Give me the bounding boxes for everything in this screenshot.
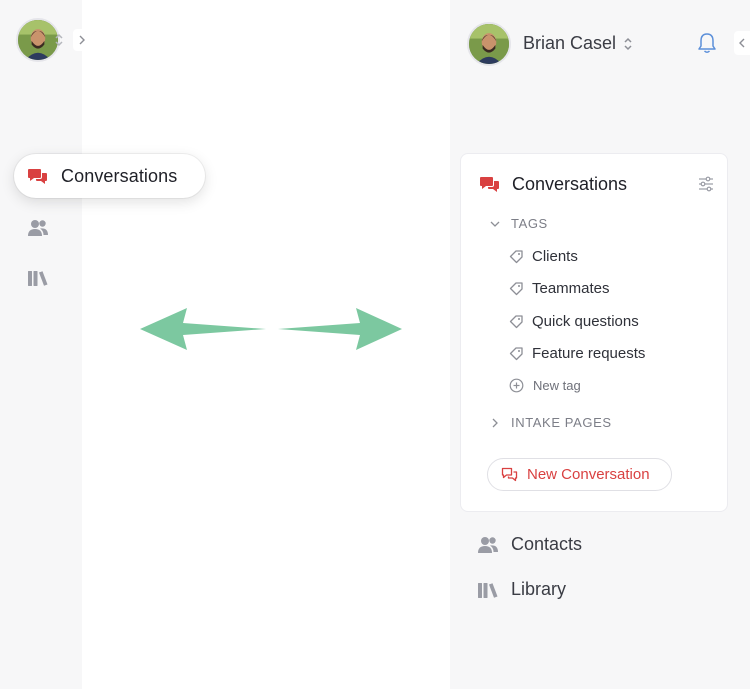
sidebar-item-label: Contacts [511,534,583,554]
collapse-sidebar-toggle[interactable] [734,31,750,55]
tag-icon [509,250,523,264]
conversations-panel: Conversations TAGS Clients Teammates Qui… [460,153,728,512]
user-avatar[interactable] [467,22,511,66]
tag-icon [509,315,523,329]
tag-icon [509,347,523,361]
library-icon [478,583,498,598]
chevron-left-icon [739,38,745,48]
account-switch-icon[interactable] [54,31,64,49]
filter-settings-icon[interactable] [698,176,714,192]
new-tag-label: New tag [533,378,581,393]
chevron-down-icon[interactable] [490,219,500,229]
new-conversation-button[interactable]: New Conversation [487,458,672,491]
tag-label: Quick questions [532,313,639,330]
conversations-title[interactable]: Conversations [512,174,627,195]
new-conversation-label: New Conversation [527,466,650,483]
expand-sidebar-toggle[interactable] [73,29,91,51]
contacts-icon[interactable] [27,218,49,238]
avatar-image [18,20,58,60]
double-arrow-graphic [140,308,402,350]
chevron-right-icon [79,35,85,45]
chevron-right-icon[interactable] [490,418,500,428]
expanded-sidebar: Brian Casel Conversations TAGS Clients T… [450,0,750,689]
sidebar-item-label: Library [511,579,567,599]
conversations-icon [28,169,47,184]
tag-label: Clients [532,248,578,265]
plus-circle-icon [509,378,524,393]
active-nav-pill-conversations[interactable]: Conversations [14,154,205,198]
intake-pages-section-label[interactable]: INTAKE PAGES [511,415,612,430]
active-nav-label: Conversations [61,166,178,186]
conversations-icon [480,177,499,192]
tags-section-label[interactable]: TAGS [511,216,548,231]
tag-label: Teammates [532,280,610,297]
tag-label: Feature requests [532,345,646,362]
contacts-icon [478,537,498,553]
bell-icon[interactable] [697,32,717,54]
user-name[interactable]: Brian Casel [523,33,616,54]
tag-icon [509,282,523,296]
collapsed-sidebar: Conversations [0,0,205,689]
avatar-image [469,24,509,64]
account-switch-icon[interactable] [623,36,633,52]
new-conversation-icon [501,467,518,482]
library-icon[interactable] [27,268,49,288]
